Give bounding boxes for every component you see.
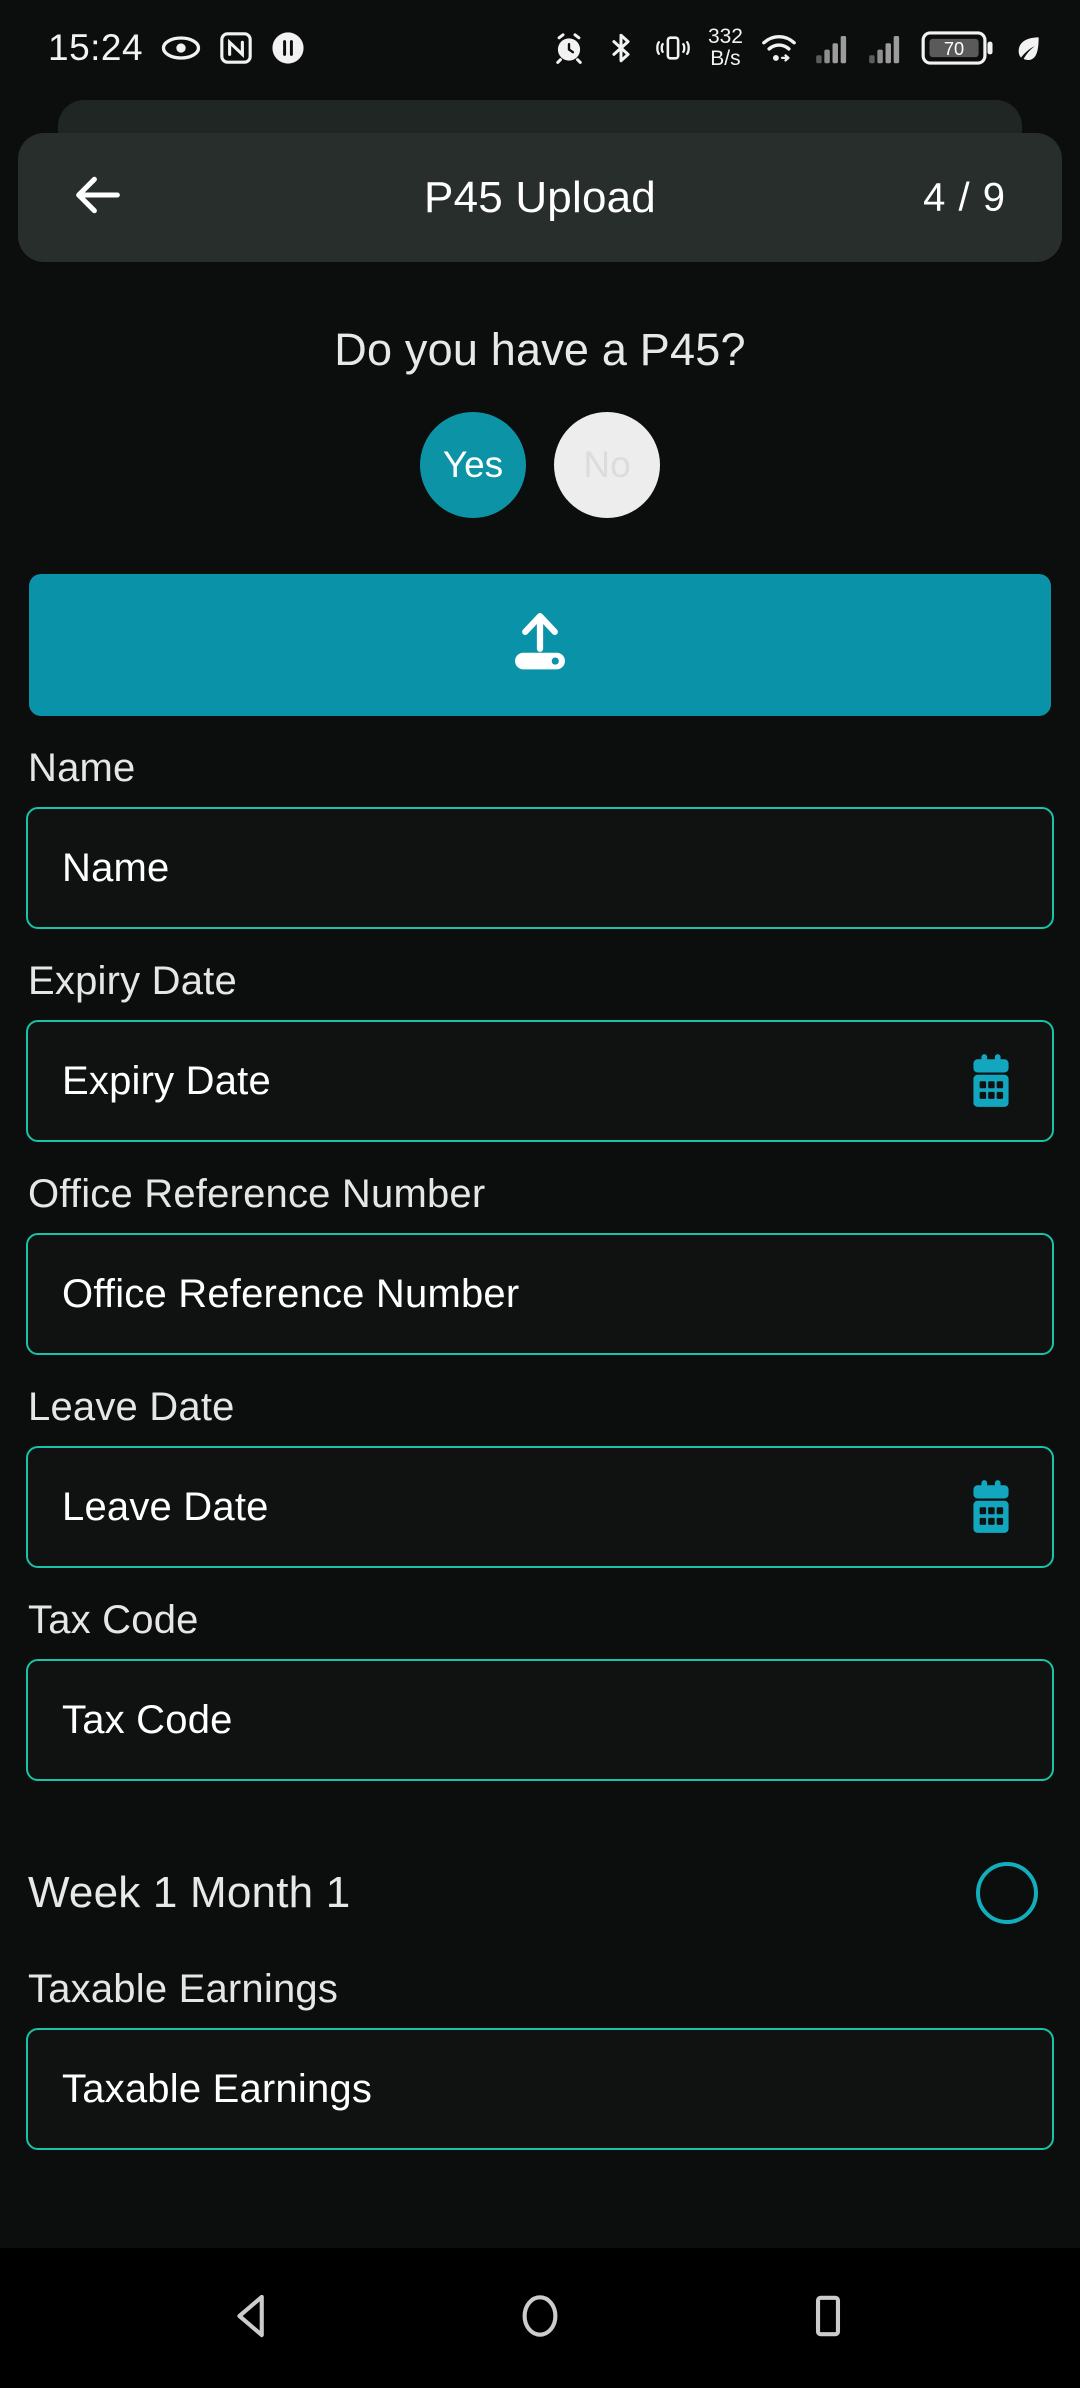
field-input-name[interactable]: Name [26,807,1054,929]
radio-circle-icon[interactable] [976,1862,1038,1924]
triangle-back-icon [226,2290,278,2347]
upload-document-button[interactable] [29,574,1051,716]
page-title: P45 Upload [424,172,656,222]
field-group-tax-code: Tax Code Tax Code [0,1598,1080,1781]
choice-no-button[interactable]: No [554,412,660,518]
leaf-icon [1012,32,1044,64]
nav-home-button[interactable] [492,2270,588,2366]
bluetooth-icon [604,31,638,65]
main-content: Do you have a P45? Yes No Name Name Expi… [0,262,1080,2262]
field-input-office-reference-number[interactable]: Office Reference Number [26,1233,1054,1355]
p45-choice-group: Yes No [0,412,1080,518]
status-bar-clock: 15:24 [48,27,144,68]
status-bar-left: 15:24 [48,27,305,69]
calendar-icon[interactable] [960,1050,1022,1112]
battery-icon: 70 [921,29,995,67]
field-label-name: Name [28,746,136,790]
network-speed-unit: B/s [710,47,741,70]
field-input-taxable-earnings[interactable]: Taxable Earnings [26,2028,1054,2150]
vibrate-icon [655,31,691,65]
field-group-name: Name Name [0,746,1080,929]
app-header: P45 Upload 4 / 9 [18,133,1062,262]
android-nav-bar [0,2248,1080,2388]
field-label-leave-date: Leave Date [28,1385,235,1429]
network-speed: 332 B/s [708,26,743,70]
alarm-icon [551,30,587,66]
choice-no-label: No [583,444,631,485]
arrow-left-icon [69,166,127,229]
square-recents-icon [802,2290,854,2347]
network-speed-value: 332 [707,25,743,48]
field-placeholder-leave-date: Leave Date [62,1484,269,1529]
field-placeholder-office-reference-number: Office Reference Number [62,1271,520,1316]
p45-question-label: Do you have a P45? [334,324,746,375]
status-bar: 15:24 332 B/s 70 [0,0,1080,96]
field-label-office-reference-number: Office Reference Number [28,1172,486,1216]
field-input-tax-code[interactable]: Tax Code [26,1659,1054,1781]
step-counter: 4 / 9 [923,175,1006,219]
phone-screen: 15:24 332 B/s 70 P45 Upload 4 / 9 Do you… [0,0,1080,2388]
wifi-icon [760,31,798,65]
field-label-expiry-date: Expiry Date [28,959,237,1003]
field-group-office-reference-number: Office Reference Number Office Reference… [0,1172,1080,1355]
field-group-taxable-earnings: Taxable Earnings Taxable Earnings [0,1967,1080,2150]
eye-icon [161,28,201,68]
nav-recents-button[interactable] [780,2270,876,2366]
back-button[interactable] [62,162,134,234]
choice-yes-button[interactable]: Yes [420,412,526,518]
battery-level-text: 70 [944,39,964,59]
data-transfer-icon [271,31,305,65]
field-placeholder-name: Name [62,845,170,890]
field-input-expiry-date[interactable]: Expiry Date [26,1020,1054,1142]
field-label-taxable-earnings: Taxable Earnings [28,1967,339,2011]
status-bar-right: 332 B/s 70 [551,26,1044,70]
field-label-tax-code: Tax Code [28,1598,199,1642]
nfc-icon [219,31,253,65]
circle-home-icon [514,2290,566,2347]
field-group-leave-date: Leave Date Leave Date [0,1385,1080,1568]
signal-bars-icon [815,32,851,64]
calendar-icon[interactable] [960,1476,1022,1538]
field-input-leave-date[interactable]: Leave Date [26,1446,1054,1568]
week1-month1-row[interactable]: Week 1 Month 1 [0,1845,1080,1941]
field-placeholder-expiry-date: Expiry Date [62,1058,271,1103]
nav-back-button[interactable] [204,2270,300,2366]
week1-month1-label: Week 1 Month 1 [28,1868,351,1917]
field-group-expiry-date: Expiry Date Expiry Date [0,959,1080,1142]
field-placeholder-tax-code: Tax Code [62,1697,233,1742]
signal-bars-2-icon [868,32,904,64]
field-placeholder-taxable-earnings: Taxable Earnings [62,2066,373,2111]
choice-yes-label: Yes [442,444,504,485]
upload-icon [503,606,577,685]
